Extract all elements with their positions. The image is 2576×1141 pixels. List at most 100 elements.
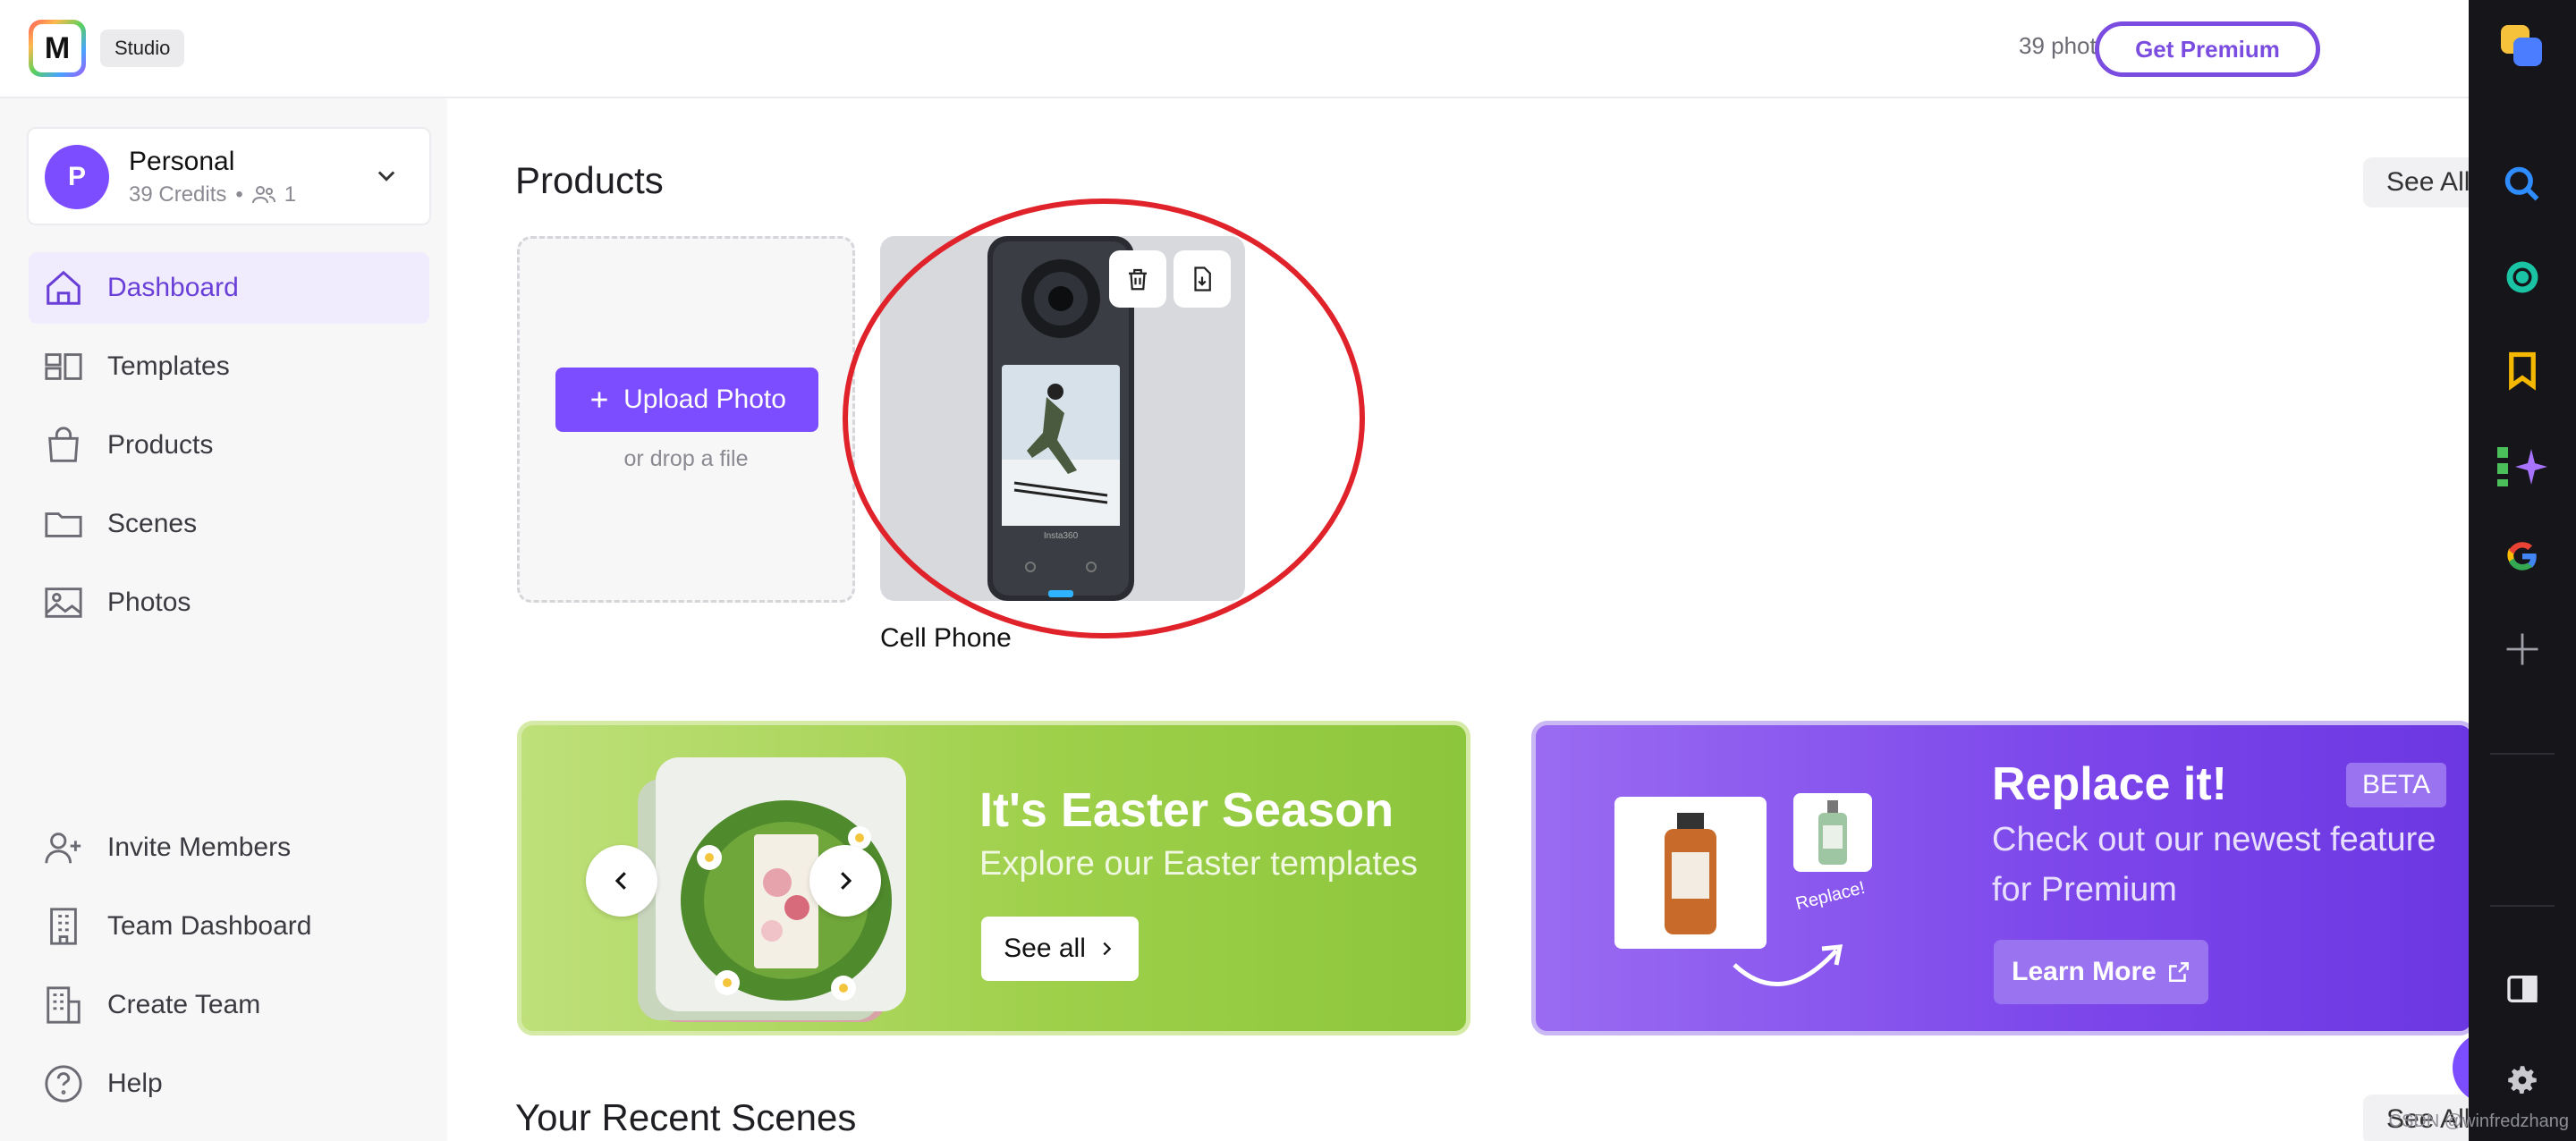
replace-banner-subtitle: Check out our newest feature for Premium [1992,821,2436,909]
rail-google[interactable] [2496,529,2549,583]
shopping-bag-icon [48,427,79,462]
building-icon [50,908,77,945]
replace-banner-title: Replace it! [1992,758,2227,810]
replace-image-label: Replace! [1793,877,1868,915]
upload-photo-label: Upload Photo [623,385,786,414]
search-icon [2504,166,2539,201]
replace-banner[interactable]: Replace! Replace it! BETA Check out our … [1531,721,2476,1035]
sidebar-item-label: Team Dashboard [107,911,312,941]
help-circle-icon [45,1065,82,1103]
carousel-prev-button[interactable] [586,845,657,917]
account-credits: 39 Credits [129,182,227,207]
chevron-left-icon [614,872,626,890]
plus-icon [2506,633,2538,665]
rail-search[interactable] [2496,157,2549,211]
layout-icon [45,353,82,380]
rail-bookmarks[interactable] [2496,343,2549,397]
product-card[interactable]: Insta360 [880,236,1245,601]
app-launcher-icon [2501,25,2542,66]
curved-arrow-icon [1733,944,1843,986]
top-bar: M Studio 39 photo credits Get Premium [0,0,2469,98]
folder-icon [45,512,82,537]
sidebar-item-create-team[interactable]: Create Team [29,969,429,1041]
rail-ai-tools[interactable] [2496,440,2549,494]
chevron-down-icon[interactable] [374,163,399,188]
file-download-icon [1194,266,1211,292]
app-logo[interactable]: M [29,20,86,77]
sidebar-item-products[interactable]: Products [29,410,429,481]
sidebar-item-label: Scenes [107,509,198,538]
account-members: 1 [284,182,297,207]
replace-after-image [1793,793,1872,872]
get-premium-button[interactable]: Get Premium [2095,21,2320,77]
sidebar-item-team-dashboard[interactable]: Team Dashboard [29,891,429,962]
easter-banner[interactable]: It's Easter Season Explore our Easter te… [517,721,1470,1035]
sidebar-item-help[interactable]: Help [29,1048,429,1120]
sidebar-item-scenes[interactable]: Scenes [29,488,429,560]
sidebar-item-photos[interactable]: Photos [29,567,429,638]
google-icon [2507,542,2537,570]
upload-dropzone[interactable]: Upload Photo or drop a file [517,236,855,603]
watermark: CSDN @winfredzhang [2388,1111,2570,1131]
ai-chat-icon [2506,261,2538,293]
easter-banner-title: It's Easter Season [979,783,1394,837]
sidebar-item-label: Invite Members [107,833,292,862]
rail-add[interactable] [2496,622,2549,676]
account-switcher[interactable]: P Personal 39 Credits • 1 [27,127,431,225]
plus-icon [591,392,607,408]
products-title: Products [515,159,664,201]
amber-bottle-image [1665,813,1716,934]
sidebar-item-label: Help [107,1069,163,1098]
home-icon [47,270,80,305]
sidebar-item-dashboard[interactable]: Dashboard [29,252,429,324]
upload-photo-button[interactable]: Upload Photo [555,368,818,432]
download-product-button[interactable] [1174,250,1231,308]
rail-divider [2490,905,2555,907]
building-plus-icon [47,986,80,1024]
bookmark-icon [2509,351,2536,391]
trash-icon [1129,268,1147,291]
rail-settings[interactable] [2496,1053,2549,1107]
chevron-right-icon [1103,942,1112,956]
users-icon [251,186,275,204]
product-name: Cell Phone [880,623,1012,653]
studio-badge: Studio [100,30,185,67]
sidebar-item-invite-members[interactable]: Invite Members [29,812,429,883]
learn-more-button[interactable]: Learn More [1994,940,2208,1004]
easter-see-all-button[interactable]: See all [981,917,1139,981]
user-plus-icon [45,833,81,864]
sidebar-item-label: Create Team [107,990,261,1019]
browser-side-rail [2469,0,2576,1141]
sidebar-item-label: Templates [107,351,230,381]
easter-banner-subtitle: Explore our Easter templates [979,845,1419,883]
delete-product-button[interactable] [1109,250,1166,308]
learn-more-label: Learn More [2012,957,2157,986]
recent-scenes-title: Your Recent Scenes [515,1096,857,1138]
gear-icon [2508,1066,2537,1095]
chevron-right-icon [841,872,852,890]
sidebar: P Personal 39 Credits • 1 Dashboard Temp… [0,98,447,1141]
sidebar-item-templates[interactable]: Templates [29,331,429,402]
external-link-icon [2168,962,2189,982]
image-icon [45,587,82,618]
account-meta: 39 Credits • 1 [129,182,296,207]
avatar: P [45,145,109,209]
easter-see-all-label: See all [1004,934,1086,963]
dot-separator: • [235,182,243,207]
sidebar-item-label: Photos [107,587,191,617]
carousel-next-button[interactable] [809,845,881,917]
product-brand-text: Insta360 [1044,531,1079,541]
sidebar-item-label: Dashboard [107,273,239,302]
beta-badge: BETA [2346,763,2447,807]
sparkle-icon [2497,447,2547,486]
replace-before-image [1614,797,1767,949]
rail-app-launcher[interactable] [2496,20,2549,73]
account-name: Personal [129,147,235,176]
rail-panel-toggle[interactable] [2496,962,2549,1016]
sidebar-item-label: Products [107,430,214,460]
rail-divider [2490,753,2555,755]
logo-letter: M [33,24,81,72]
green-bottle-image [1818,800,1847,865]
drop-file-text: or drop a file [623,446,749,471]
rail-chatgpt[interactable] [2496,250,2549,304]
